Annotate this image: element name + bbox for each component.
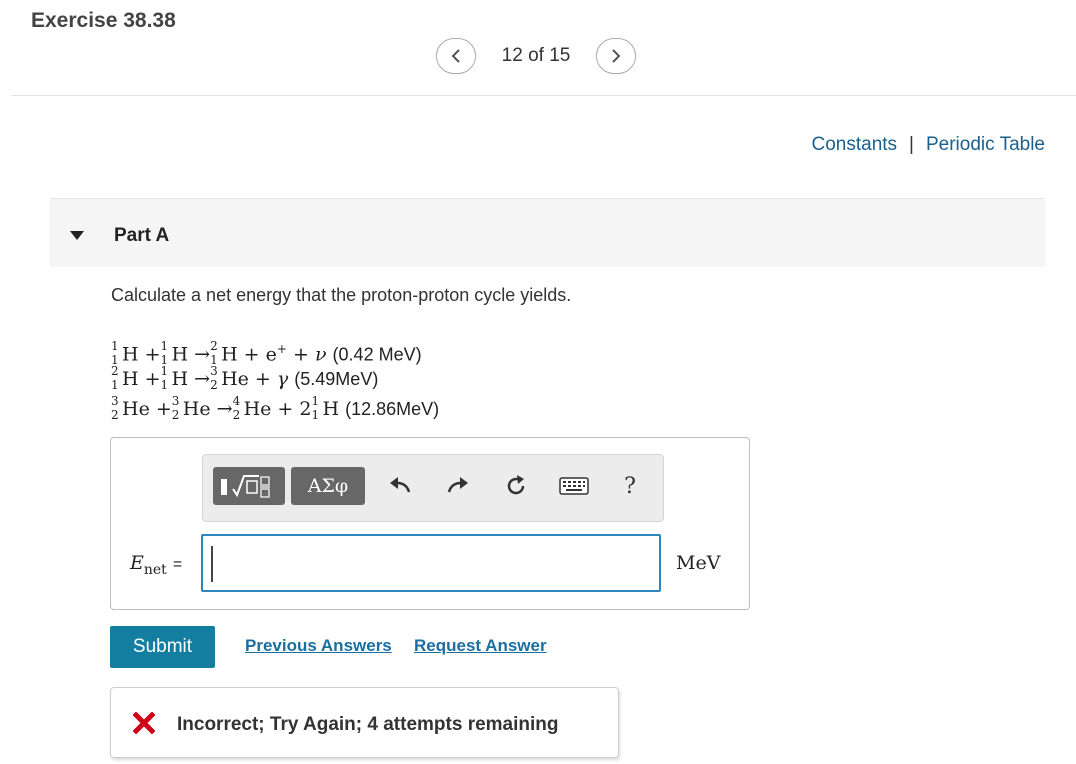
variable-label: Enet = (130, 552, 182, 578)
part-a-header[interactable]: Part A (50, 198, 1045, 267)
periodic-table-link[interactable]: Periodic Table (926, 134, 1045, 156)
request-answer-link[interactable]: Request Answer (414, 636, 547, 656)
resources-separator: | (909, 134, 914, 155)
keyboard-icon (559, 477, 589, 495)
reset-icon (507, 475, 525, 495)
part-title: Part A (114, 225, 170, 246)
previous-item-button[interactable] (436, 38, 476, 74)
chevron-left-icon (451, 49, 460, 63)
math-toolbar: ΑΣφ ? (202, 454, 664, 522)
help-button[interactable]: ? (613, 469, 647, 503)
constants-link[interactable]: Constants (812, 134, 898, 156)
answer-input[interactable] (201, 534, 661, 592)
equation-1-energy: (0.42 MeV) (332, 344, 422, 365)
collapse-caret-icon[interactable] (70, 231, 84, 240)
submit-button[interactable]: Submit (110, 626, 215, 668)
feedback-message: Incorrect; Try Again; 4 attempts remaini… (177, 714, 559, 735)
feedback-box: Incorrect; Try Again; 4 attempts remaini… (110, 687, 619, 758)
pager: 12 of 15 (436, 38, 636, 74)
variable-subscript: net (143, 561, 167, 578)
previous-answers-link[interactable]: Previous Answers (245, 636, 392, 656)
chevron-right-icon (612, 49, 621, 63)
keyboard-button[interactable] (557, 469, 591, 503)
incorrect-x-icon (133, 712, 155, 734)
equation-line-3: 3 2 He +3 2 He → 4 2 He + 211H (12.86MeV) (111, 394, 440, 422)
templates-button[interactable] (213, 467, 285, 505)
next-item-button[interactable] (596, 38, 636, 74)
equations: 11H +1 1 H → 2 1 H + e+ + ν (0.42 MeV) 21H +1… (111, 334, 439, 424)
resources-links: Constants | Periodic Table (812, 134, 1046, 156)
equation-line-1: 11H +1 1 H → 2 1 H + e+ + ν (0.42 MeV) (111, 339, 422, 368)
reset-button[interactable] (499, 469, 533, 503)
equation-2-energy: (5.49MeV) (294, 369, 379, 389)
redo-button[interactable] (441, 469, 475, 503)
undo-button[interactable] (383, 469, 417, 503)
equals-sign: = (172, 556, 183, 573)
pager-text: 12 of 15 (501, 45, 571, 66)
top-divider (11, 95, 1076, 96)
template-fraction-icon (221, 475, 270, 498)
redo-icon (447, 477, 468, 493)
undo-icon (390, 477, 411, 493)
variable-symbol: E (130, 552, 144, 574)
answer-box: ΑΣφ ? Enet = MeV (110, 437, 750, 610)
equation-line-2: 21H +1 1 H → 3 2 He + γ (5.49MeV) (111, 364, 379, 392)
equation-3-energy: (12.86MeV) (345, 399, 440, 419)
exercise-title: Exercise 38.38 (31, 9, 176, 32)
unit-label: MeV (676, 552, 721, 574)
text-caret (211, 546, 213, 582)
question-text: Calculate a net energy that the proton-p… (111, 285, 572, 305)
greek-symbols-button[interactable]: ΑΣφ (291, 467, 365, 505)
